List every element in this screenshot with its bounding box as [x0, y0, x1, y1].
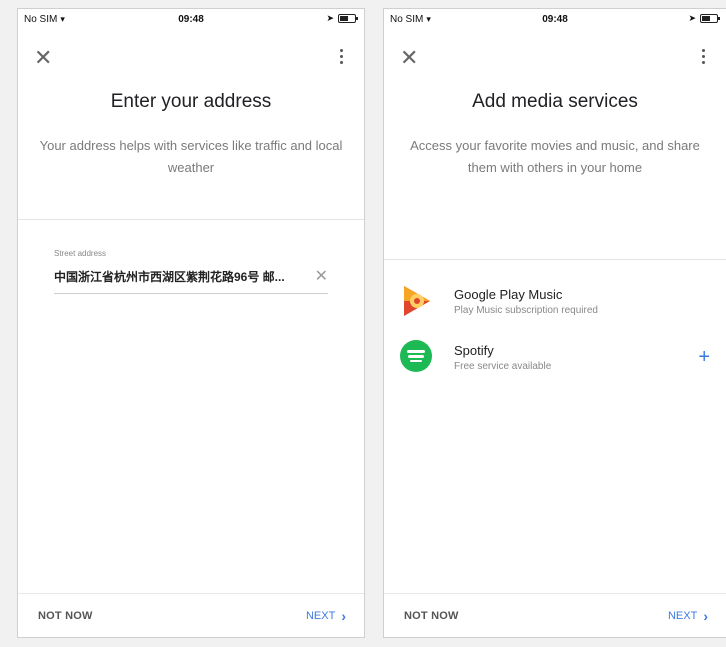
- address-screen: No SIM ▾ 09:48 ➤ ✕ Enter your address You…: [17, 8, 365, 638]
- service-text: Google Play Music Play Music subscriptio…: [454, 287, 710, 316]
- status-time: 09:48: [542, 14, 568, 25]
- battery-icon: [700, 14, 720, 23]
- service-name: Google Play Music: [454, 286, 563, 302]
- next-button-label: NEXT: [667, 609, 698, 622]
- location-icon: ➤: [688, 13, 696, 23]
- close-icon[interactable]: ✕: [400, 47, 418, 69]
- street-address-input[interactable]: 中国浙江省杭州市西湖区紫荆花路96号 邮...: [54, 268, 307, 285]
- status-bar: No SIM ▾ 09:48 ➤: [384, 9, 726, 31]
- media-services-screen: No SIM ▾ 09:48 ➤ ✕ Add media services Acc…: [383, 8, 726, 638]
- close-icon[interactable]: ✕: [34, 47, 52, 69]
- street-address-row: 中国浙江省杭州市西湖区紫荆花路96号 邮... ✕: [54, 266, 328, 294]
- service-text: Spotify Free service available: [454, 343, 698, 372]
- bottom-bar: NOT NOW NEXT ›: [384, 593, 726, 637]
- spotify-icon: [400, 340, 434, 374]
- service-desc: Free service available: [454, 360, 552, 372]
- more-options-icon[interactable]: [702, 49, 706, 64]
- page-title: Enter your address: [110, 91, 272, 112]
- battery-icon: [338, 14, 358, 23]
- google-play-music-icon: [400, 284, 434, 318]
- status-right: ➤: [326, 13, 358, 24]
- not-now-button[interactable]: NOT NOW: [404, 610, 459, 622]
- divider: [18, 219, 364, 220]
- page-subtitle: Access your favorite movies and music, a…: [410, 138, 700, 175]
- not-now-button[interactable]: NOT NOW: [38, 610, 93, 622]
- street-address-field[interactable]: Street address 中国浙江省杭州市西湖区紫荆花路96号 邮... ✕: [54, 249, 328, 294]
- service-spotify[interactable]: Spotify Free service available +: [400, 337, 710, 377]
- next-button[interactable]: NEXT ›: [668, 608, 708, 624]
- service-name: Spotify: [454, 342, 494, 358]
- chevron-right-icon: ›: [703, 607, 708, 624]
- next-button[interactable]: NEXT ›: [306, 608, 346, 624]
- page-title: Add media services: [472, 91, 638, 112]
- bottom-bar: NOT NOW NEXT ›: [18, 593, 364, 637]
- status-time: 09:48: [178, 14, 204, 25]
- add-icon[interactable]: +: [698, 346, 710, 369]
- street-address-label: Street address: [54, 249, 107, 258]
- more-options-icon[interactable]: [340, 49, 344, 64]
- clear-icon[interactable]: ✕: [315, 266, 328, 286]
- service-google-play-music[interactable]: Google Play Music Play Music subscriptio…: [400, 281, 710, 321]
- location-icon: ➤: [326, 13, 334, 23]
- service-desc: Play Music subscription required: [454, 304, 598, 316]
- divider: [384, 259, 726, 260]
- page-subtitle: Your address helps with services like tr…: [39, 138, 343, 175]
- next-button-label: NEXT: [305, 609, 336, 622]
- chevron-right-icon: ›: [341, 607, 346, 624]
- status-bar: No SIM ▾ 09:48 ➤: [18, 9, 364, 31]
- status-right: ➤: [688, 13, 720, 24]
